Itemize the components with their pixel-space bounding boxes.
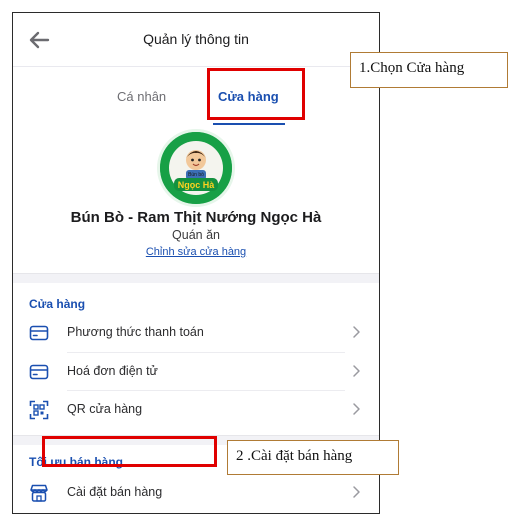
menu-item-label: Cài đặt bán hàng [67, 485, 163, 499]
chevron-right-icon [351, 401, 361, 417]
menu-item-e-invoice[interactable]: Hoá đơn điện tử [13, 354, 379, 390]
page-title: Quản lý thông tin [143, 31, 249, 47]
phone-screen: Quản lý thông tin Cá nhân Cửa hàng Bún b… [12, 12, 380, 514]
tab-store[interactable]: Cửa hàng [218, 89, 279, 104]
store-type: Quán ăn [172, 228, 220, 242]
divider [67, 352, 345, 353]
section-title-sales-optimization: Tối ưu bán hàng [29, 455, 124, 469]
section-title-store: Cửa hàng [29, 297, 86, 311]
divider [67, 390, 345, 391]
menu-item-sales-settings[interactable]: Cài đặt bán hàng [13, 475, 379, 511]
chevron-right-icon [351, 363, 361, 379]
chevron-right-icon [351, 484, 361, 500]
menu-item-payment-methods[interactable]: Phương thức thanh toán [13, 315, 379, 351]
active-tab-indicator [213, 123, 285, 125]
card-icon [29, 323, 49, 343]
annotation-step-1: 1.Chọn Cửa hàng [350, 52, 508, 88]
store-logo: Bún bò Ngọc Hà [157, 129, 235, 207]
logo-text-top: Bún bò [188, 172, 204, 178]
tab-personal[interactable]: Cá nhân [117, 89, 166, 104]
menu-item-label: QR cửa hàng [67, 402, 143, 416]
chevron-right-icon [351, 324, 361, 340]
store-name: Bún Bò - Ram Thịt Nướng Ngọc Hà [70, 209, 322, 226]
store-settings-icon [29, 483, 49, 503]
logo-text-main: Ngọc Hà [178, 180, 216, 190]
edit-store-link[interactable]: Chỉnh sửa cửa hàng [13, 246, 379, 258]
menu-item-label: Hoá đơn điện tử [67, 364, 158, 378]
qr-code-icon [29, 400, 49, 420]
menu-item-store-qr[interactable]: QR cửa hàng [13, 392, 379, 428]
app-header: Quản lý thông tin [13, 13, 379, 67]
menu-item-label: Phương thức thanh toán [67, 325, 204, 339]
annotation-step-2: 2 .Cài đặt bán hàng [227, 440, 399, 475]
tab-bar: Cá nhân Cửa hàng [13, 67, 379, 127]
invoice-card-icon [29, 362, 49, 382]
section-separator [13, 273, 379, 283]
